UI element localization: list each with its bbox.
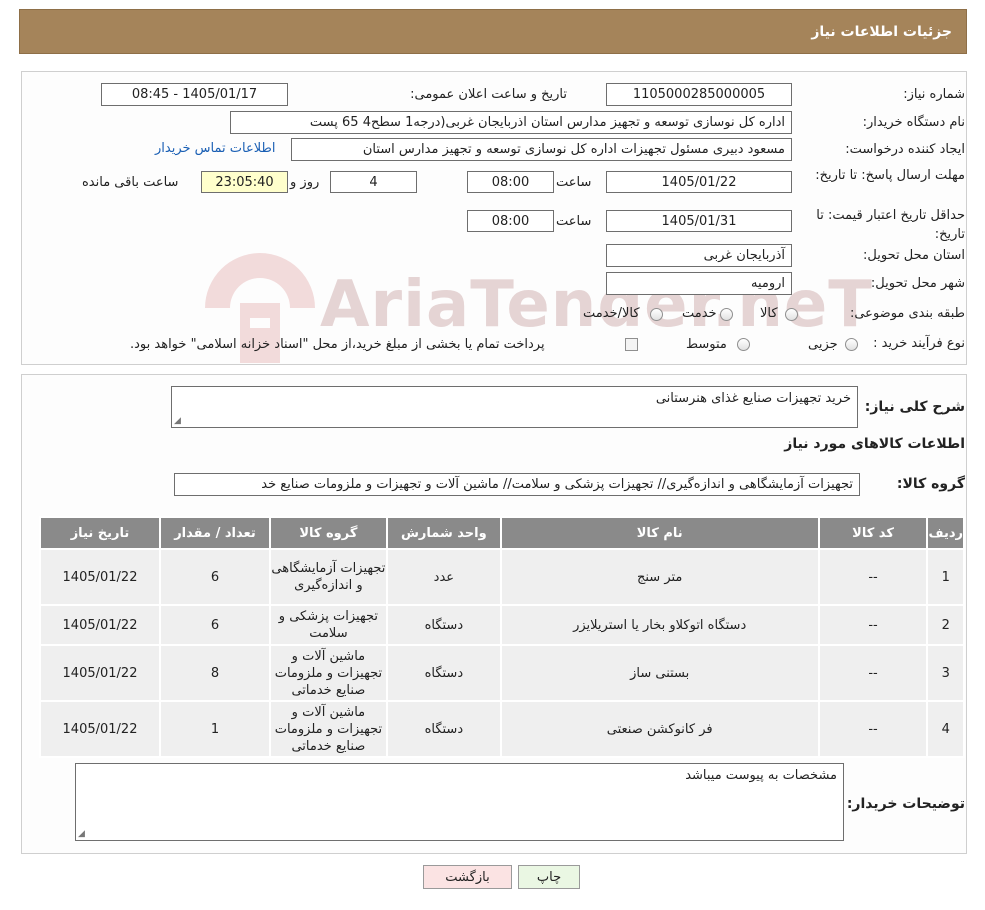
items-table: ردیف کد کالا نام کالا واحد شمارش گروه کا…	[39, 516, 965, 758]
cell-item-group: ماشین آلات و تجهیزات و ملزومات صنایع خدم…	[268, 644, 388, 702]
page-title-bar: جزئیات اطلاعات نیاز	[19, 9, 967, 54]
announce-datetime-field: 1405/01/17 - 08:45	[101, 83, 288, 106]
process-medium-radio[interactable]	[737, 338, 750, 351]
cell-need-date: 1405/01/22	[39, 700, 161, 758]
cell-item-group: ماشین آلات و تجهیزات و ملزومات صنایع خدم…	[268, 700, 388, 758]
cell-item-code: --	[817, 548, 929, 606]
cell-unit: عدد	[385, 548, 502, 606]
cell-item-code: --	[817, 604, 929, 646]
cell-unit: دستگاه	[385, 700, 502, 758]
cell-row-number: 2	[926, 604, 965, 646]
need-description-label: شرح کلی نیاز:	[864, 399, 965, 415]
category-goods-label: کالا	[760, 306, 778, 321]
header-item-group: گروه کالا	[268, 516, 388, 550]
cell-need-date: 1405/01/22	[39, 604, 161, 646]
header-row-number: ردیف	[926, 516, 965, 550]
category-goods-service-label: کالا/خدمت	[583, 306, 640, 321]
cell-quantity: 6	[159, 548, 271, 606]
process-minor-label: جزیی	[808, 337, 838, 352]
cell-item-name: متر سنج	[499, 548, 820, 606]
cell-quantity: 6	[159, 604, 271, 646]
days-label: روز و	[290, 175, 320, 190]
items-section-title: اطلاعات کالاهای مورد نیاز	[784, 436, 965, 452]
table-row[interactable]: 1 -- متر سنج عدد تجهیزات آزمایشگاهی و ان…	[39, 548, 965, 606]
cell-item-code: --	[817, 644, 929, 702]
header-unit: واحد شمارش	[385, 516, 502, 550]
table-header-row: ردیف کد کالا نام کالا واحد شمارش گروه کا…	[39, 516, 965, 550]
days-remaining-field: 4	[330, 171, 417, 193]
deadline-time-field: 08:00	[467, 171, 554, 193]
buyer-notes-textarea[interactable]: مشخصات به پیوست میباشد ◢	[75, 763, 844, 841]
cell-row-number: 3	[926, 644, 965, 702]
cell-item-name: دستگاه اتوکلاو بخار یا استریلایزر	[499, 604, 820, 646]
city-label: شهر محل تحویل:	[870, 276, 965, 291]
need-number-field: 1105000285000005	[606, 83, 792, 106]
page-title: جزئیات اطلاعات نیاز	[811, 23, 952, 40]
print-button[interactable]: چاپ	[518, 865, 580, 889]
need-number-label: شماره نیاز:	[903, 87, 965, 102]
need-description-textarea[interactable]: خرید تجهیزات صنایع غذای هنرستانی ◢	[171, 386, 858, 428]
deadline-label: مهلت ارسال پاسخ: تا تاریخ:	[815, 168, 965, 183]
back-button[interactable]: بازگشت	[423, 865, 512, 889]
resize-grip-icon[interactable]: ◢	[174, 416, 181, 426]
cell-quantity: 8	[159, 644, 271, 702]
item-group-label: گروه کالا:	[896, 476, 965, 492]
cell-need-date: 1405/01/22	[39, 644, 161, 702]
cell-item-name: بستنی ساز	[499, 644, 820, 702]
cell-item-code: --	[817, 700, 929, 758]
cell-item-name: فر کانوکشن صنعتی	[499, 700, 820, 758]
buyer-notes-label: توضیحات خریدار:	[846, 796, 965, 812]
creator-field: مسعود دبیری مسئول تجهیزات اداره کل نوساز…	[291, 138, 792, 161]
buyer-org-field: اداره کل نوسازی توسعه و تجهیز مدارس استا…	[230, 111, 792, 134]
need-description-text: خرید تجهیزات صنایع غذای هنرستانی	[655, 391, 851, 406]
deadline-time-label: ساعت	[556, 175, 592, 190]
buyer-org-label: نام دستگاه خریدار:	[862, 115, 965, 130]
price-validity-date-field: 1405/01/31	[606, 210, 792, 232]
remaining-time-label: ساعت باقی مانده	[82, 175, 179, 190]
category-service-label: خدمت	[682, 306, 717, 321]
cell-row-number: 4	[926, 700, 965, 758]
item-group-field: تجهیزات آزمایشگاهی و اندازه‌گیری// تجهیز…	[174, 473, 860, 496]
creator-label: ایجاد کننده درخواست:	[845, 142, 965, 157]
province-field: آذربایجان غربی	[606, 244, 792, 267]
cell-row-number: 1	[926, 548, 965, 606]
province-label: استان محل تحویل:	[863, 248, 965, 263]
category-goods-service-radio[interactable]	[650, 308, 663, 321]
price-validity-time-label: ساعت	[556, 214, 592, 229]
resize-grip-icon[interactable]: ◢	[78, 829, 85, 839]
header-item-name: نام کالا	[499, 516, 820, 550]
table-row[interactable]: 4 -- فر کانوکشن صنعتی دستگاه ماشین آلات …	[39, 700, 965, 758]
category-service-radio[interactable]	[720, 308, 733, 321]
category-label: طبقه بندی موضوعی:	[849, 306, 965, 321]
announce-label: تاریخ و ساعت اعلان عمومی:	[410, 87, 567, 102]
process-type-label: نوع فرآیند خرید :	[873, 336, 965, 351]
cell-item-group: تجهیزات آزمایشگاهی و اندازه‌گیری	[268, 548, 388, 606]
cell-need-date: 1405/01/22	[39, 548, 161, 606]
treasury-payment-note: پرداخت تمام یا بخشی از مبلغ خرید،از محل …	[130, 337, 545, 352]
cell-quantity: 1	[159, 700, 271, 758]
cell-unit: دستگاه	[385, 604, 502, 646]
process-minor-radio[interactable]	[845, 338, 858, 351]
cell-item-group: تجهیزات پزشکی و سلامت	[268, 604, 388, 646]
deadline-date-field: 1405/01/22	[606, 171, 792, 193]
buyer-notes-text: مشخصات به پیوست میباشد	[685, 768, 837, 783]
remaining-time-field: 23:05:40	[201, 171, 288, 193]
treasury-payment-checkbox[interactable]	[625, 338, 638, 351]
category-goods-radio[interactable]	[785, 308, 798, 321]
header-item-code: کد کالا	[817, 516, 929, 550]
process-medium-label: متوسط	[686, 337, 727, 352]
buyer-contact-link[interactable]: اطلاعات تماس خریدار	[155, 141, 275, 156]
price-validity-label: حداقل تاریخ اعتبار قیمت: تا تاریخ:	[816, 208, 965, 242]
price-validity-time-field: 08:00	[467, 210, 554, 232]
city-field: ارومیه	[606, 272, 792, 295]
table-row[interactable]: 2 -- دستگاه اتوکلاو بخار یا استریلایزر د…	[39, 604, 965, 646]
header-need-date: تاریخ نیاز	[39, 516, 161, 550]
table-row[interactable]: 3 -- بستنی ساز دستگاه ماشین آلات و تجهیز…	[39, 644, 965, 702]
header-quantity: تعداد / مقدار	[159, 516, 271, 550]
cell-unit: دستگاه	[385, 644, 502, 702]
